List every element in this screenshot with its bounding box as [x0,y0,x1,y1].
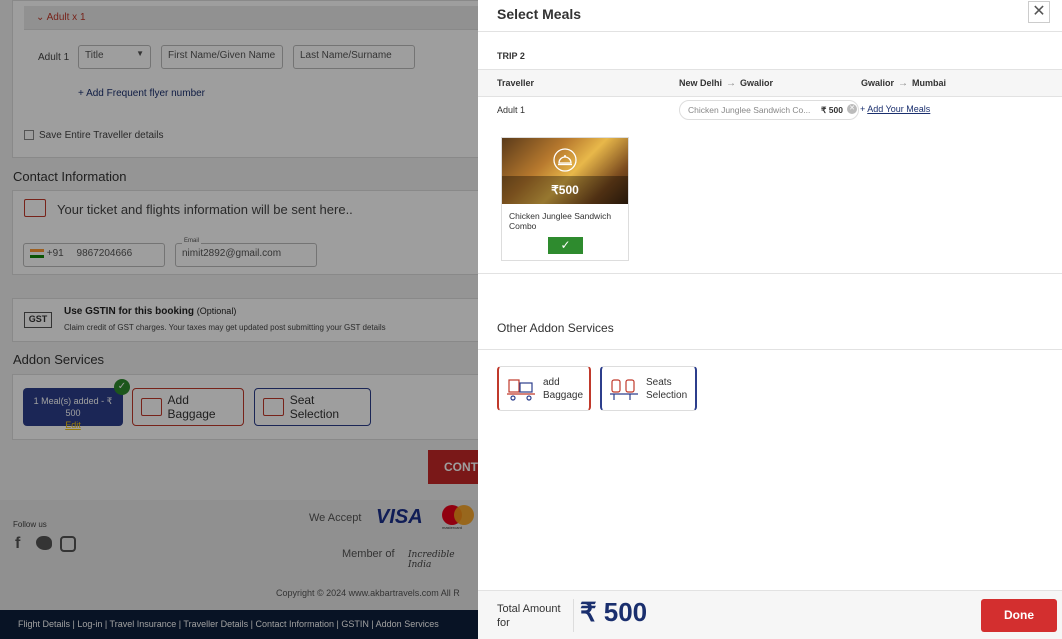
modal-footer: Total Amount for ₹ 500 Done [478,590,1062,639]
divider [573,599,574,632]
total-amount-value: ₹ 500 [580,597,648,627]
seats-selection-service-button[interactable]: Seats Selection [600,366,697,411]
seats-service-label: Seats Selection [646,376,687,402]
seats-service-line1: Seats [646,377,672,388]
divider [478,273,1062,274]
meal-selected-check-icon[interactable]: ✓ [548,237,583,254]
seg1-to: Gwalior [740,78,774,88]
select-meals-modal: Select Meals ✕ TRIP 2 Traveller New Delh… [478,0,1062,639]
divider [478,349,1062,350]
arrow-right-icon: → [726,78,737,89]
seats-icon [610,379,638,400]
seg1-from: New Delhi [679,78,723,88]
tab-segment-1[interactable]: New Delhi → Gwalior [679,78,773,89]
cloche-icon [553,148,577,172]
baggage-trolley-icon [507,379,535,401]
meal-card-name: Chicken Junglee Sandwich Combo [509,211,612,231]
modal-backdrop[interactable] [0,0,478,639]
arrow-right-icon: → [898,78,909,89]
segment-table-header: Traveller New Delhi → Gwalior Gwalior → Mumb… [478,69,1062,97]
selected-meal-price: ₹ 500 [821,105,843,115]
meal-image: ₹500 [502,138,628,204]
seats-service-line2: Selection [646,390,688,401]
tab-segment-2[interactable]: Gwalior → Mumbai [861,78,946,89]
total-amount-label: Total Amount for [497,603,561,629]
other-addon-title: Other Addon Services [497,321,614,335]
trip-label: TRIP 2 [497,51,525,61]
baggage-service-line1: add [543,377,560,388]
seg2-to: Mumbai [912,78,947,88]
add-your-meals-label: Add Your Meals [867,104,931,114]
modal-title: Select Meals [497,6,582,22]
traveller-adult-label: Adult 1 [497,105,526,115]
divider [478,31,1062,32]
add-baggage-service-button[interactable]: add Baggage [497,366,591,411]
add-your-meals-link[interactable]: + Add Your Meals [860,104,930,114]
remove-meal-icon[interactable]: ✕ [847,104,857,114]
col-traveller: Traveller [497,78,535,88]
baggage-service-line2: Baggage [543,390,584,401]
meal-card-price: ₹500 [551,183,579,197]
baggage-service-label: add Baggage [543,376,583,402]
done-button[interactable]: Done [981,599,1057,632]
close-icon[interactable]: ✕ [1028,1,1050,23]
seg2-from: Gwalior [861,78,895,88]
meal-card[interactable]: ₹500 Chicken Junglee Sandwich Combo ✓ [501,137,629,261]
